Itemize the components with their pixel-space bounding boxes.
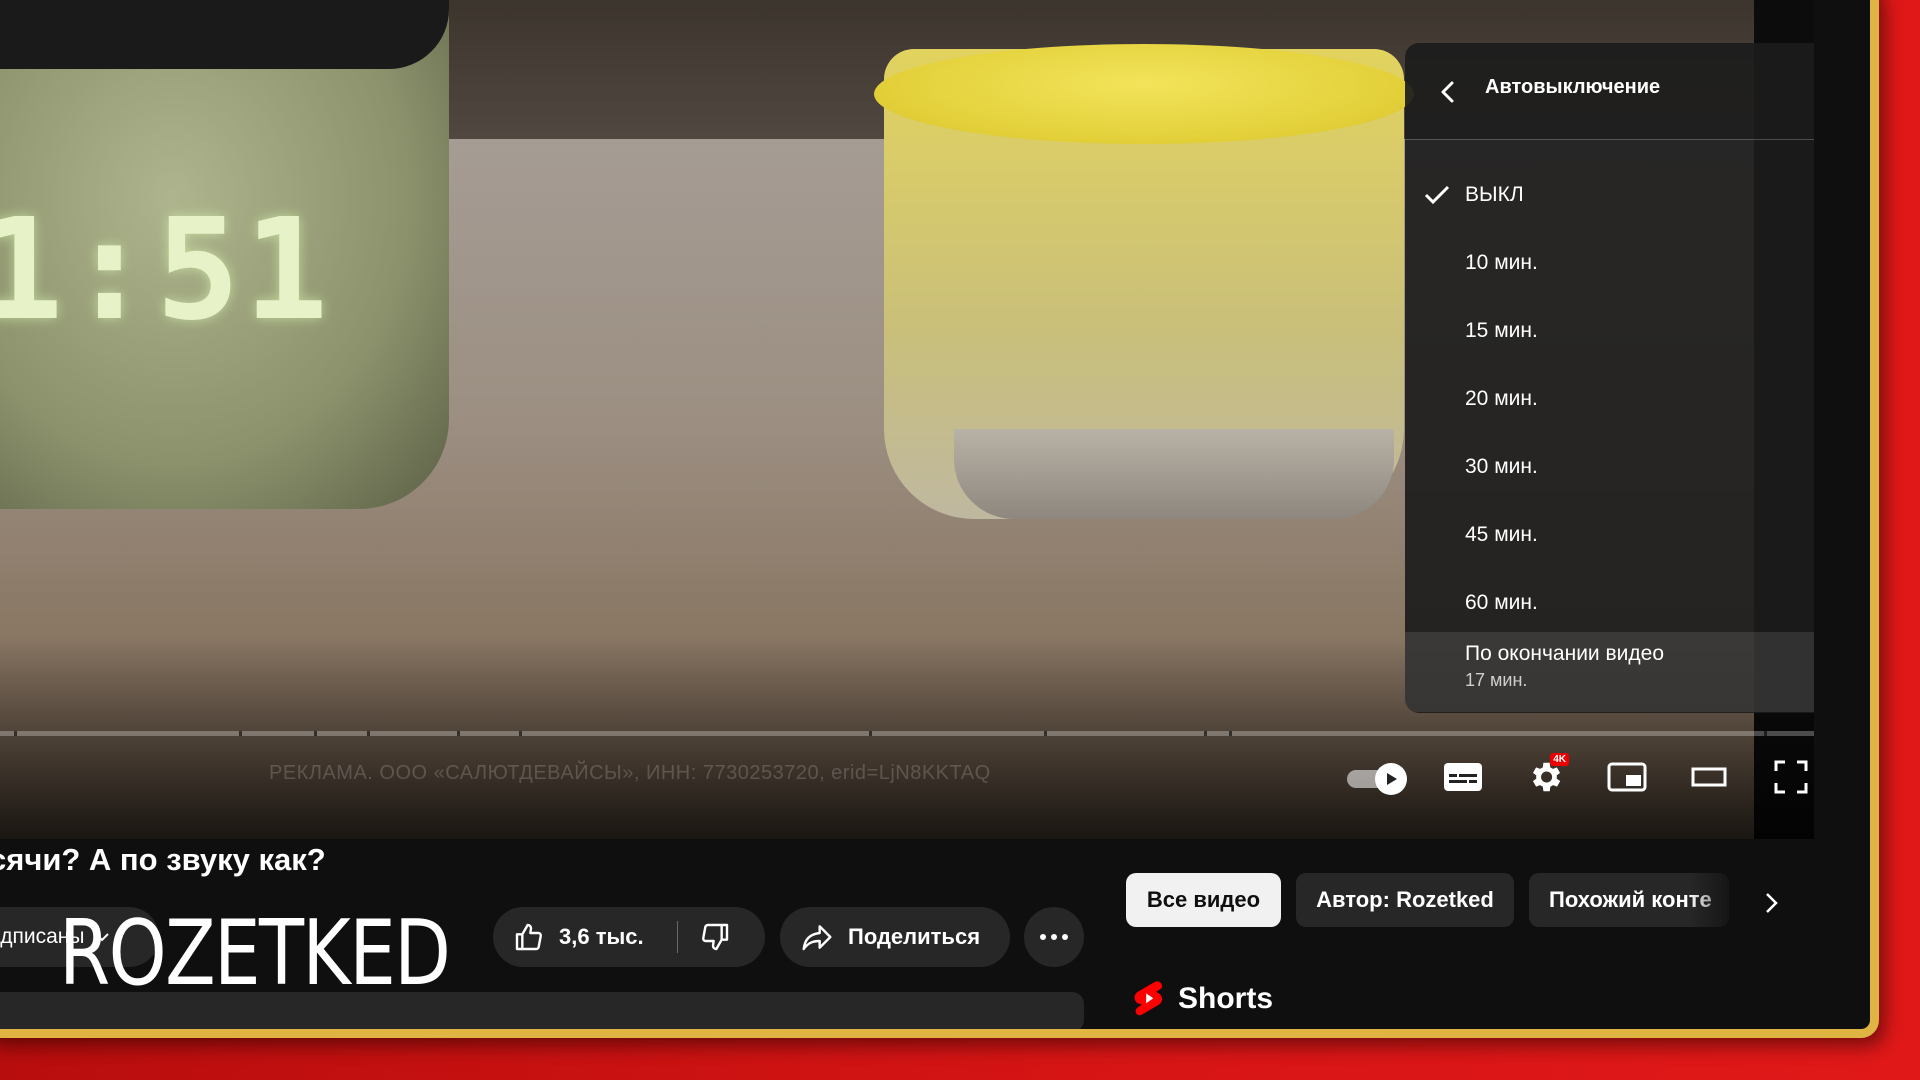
- chapter-divider: [239, 731, 242, 736]
- timer-option-label: 20 мин.: [1465, 387, 1538, 410]
- share-label: Поделиться: [848, 924, 981, 949]
- subtitles-button[interactable]: [1435, 749, 1491, 805]
- chapter-divider: [1044, 731, 1047, 736]
- chapter-divider: [869, 731, 872, 736]
- back-arrow-icon[interactable]: [1433, 77, 1463, 107]
- video-player[interactable]: 1:51 РЕКЛАМА. ООО «САЛЮТДЕВАЙСЫ», ИНН: 7…: [0, 0, 1814, 839]
- video-clock-display: 1:51: [0, 189, 333, 352]
- timer-option-label: 30 мин.: [1465, 455, 1538, 478]
- sleep-timer-menu: Автовыключение ВЫКЛ 10 мин. 15 мин. 20 м…: [1405, 43, 1814, 713]
- dislike-button[interactable]: [699, 921, 731, 959]
- timer-option-end-of-video[interactable]: По окончании видео 17 мин.: [1405, 632, 1814, 712]
- player-controls: 4K: [0, 749, 1814, 809]
- video-scene-speaker-base: [954, 429, 1394, 519]
- chip-all-videos[interactable]: Все видео: [1126, 873, 1281, 927]
- settings-button[interactable]: 4K: [1517, 749, 1573, 805]
- autoplay-toggle[interactable]: [1347, 763, 1407, 795]
- menu-header: Автовыключение: [1405, 43, 1814, 140]
- more-horizontal-icon: [1040, 934, 1068, 940]
- shorts-section-header: Shorts: [1132, 979, 1273, 1019]
- chapter-divider: [1764, 731, 1767, 736]
- fullscreen-button[interactable]: [1763, 749, 1814, 805]
- share-icon: [802, 925, 832, 951]
- timer-option-20[interactable]: 20 мин.: [1405, 365, 1814, 433]
- progress-bar[interactable]: [0, 731, 1814, 736]
- timer-option-label: 10 мин.: [1465, 251, 1538, 274]
- share-button[interactable]: Поделиться: [780, 907, 1010, 967]
- chapter-divider: [14, 731, 17, 736]
- subtitles-icon: [1444, 763, 1482, 791]
- video-scene-speaker-top: [0, 0, 449, 69]
- play-icon: [1375, 763, 1407, 795]
- like-divider: [677, 921, 678, 953]
- channel-logo: ROZETKED: [59, 901, 451, 1006]
- theater-icon: [1691, 767, 1727, 787]
- shorts-label: Shorts: [1178, 982, 1274, 1015]
- timer-option-label: 45 мин.: [1465, 523, 1538, 546]
- checkmark-icon: [1424, 185, 1450, 205]
- chevron-right-icon[interactable]: [1751, 883, 1791, 923]
- chapter-divider: [314, 731, 317, 736]
- chapter-divider: [457, 731, 460, 736]
- more-actions-button[interactable]: [1024, 907, 1084, 967]
- chapter-divider: [1229, 731, 1232, 736]
- thumbs-up-icon: [515, 923, 542, 951]
- quality-badge: 4K: [1550, 753, 1569, 766]
- menu-title: Автовыключение: [1485, 76, 1661, 98]
- miniplayer-button[interactable]: [1599, 749, 1655, 805]
- fullscreen-icon: [1774, 760, 1808, 794]
- miniplayer-icon: [1607, 762, 1647, 792]
- timer-option-30[interactable]: 30 мин.: [1405, 433, 1814, 501]
- timer-option-60[interactable]: 60 мин.: [1405, 569, 1814, 637]
- timer-option-label: По окончании видео: [1465, 642, 1664, 665]
- chapter-divider: [367, 731, 370, 736]
- timer-option-sublabel: 17 мин.: [1465, 670, 1528, 690]
- like-button[interactable]: 3,6 тыс.: [493, 921, 644, 953]
- timer-option-10[interactable]: 10 мин.: [1405, 229, 1814, 297]
- video-scene-speaker-lid: [874, 44, 1414, 144]
- timer-option-label: 60 мин.: [1465, 591, 1538, 614]
- chapter-divider: [519, 731, 522, 736]
- like-count: 3,6 тыс.: [559, 924, 644, 949]
- theater-mode-button[interactable]: [1681, 749, 1737, 805]
- timer-option-45[interactable]: 45 мин.: [1405, 501, 1814, 569]
- timer-option-label: ВЫКЛ: [1465, 183, 1524, 206]
- like-dislike-group: 3,6 тыс.: [493, 907, 765, 967]
- timer-option-label: 15 мин.: [1465, 319, 1538, 342]
- app-window: 1:51 РЕКЛАМА. ООО «САЛЮТДЕВАЙСЫ», ИНН: 7…: [0, 0, 1879, 1038]
- description-box[interactable]: [0, 992, 1084, 1029]
- video-title: сячи? А по звуку как?: [0, 842, 326, 877]
- chip-author[interactable]: Автор: Rozetked: [1296, 873, 1514, 927]
- chapter-divider: [1204, 731, 1207, 736]
- thumbs-down-icon: [702, 923, 729, 951]
- shorts-logo-icon: [1134, 981, 1163, 1016]
- timer-option-15[interactable]: 15 мин.: [1405, 297, 1814, 365]
- timer-option-off[interactable]: ВЫКЛ: [1405, 161, 1814, 229]
